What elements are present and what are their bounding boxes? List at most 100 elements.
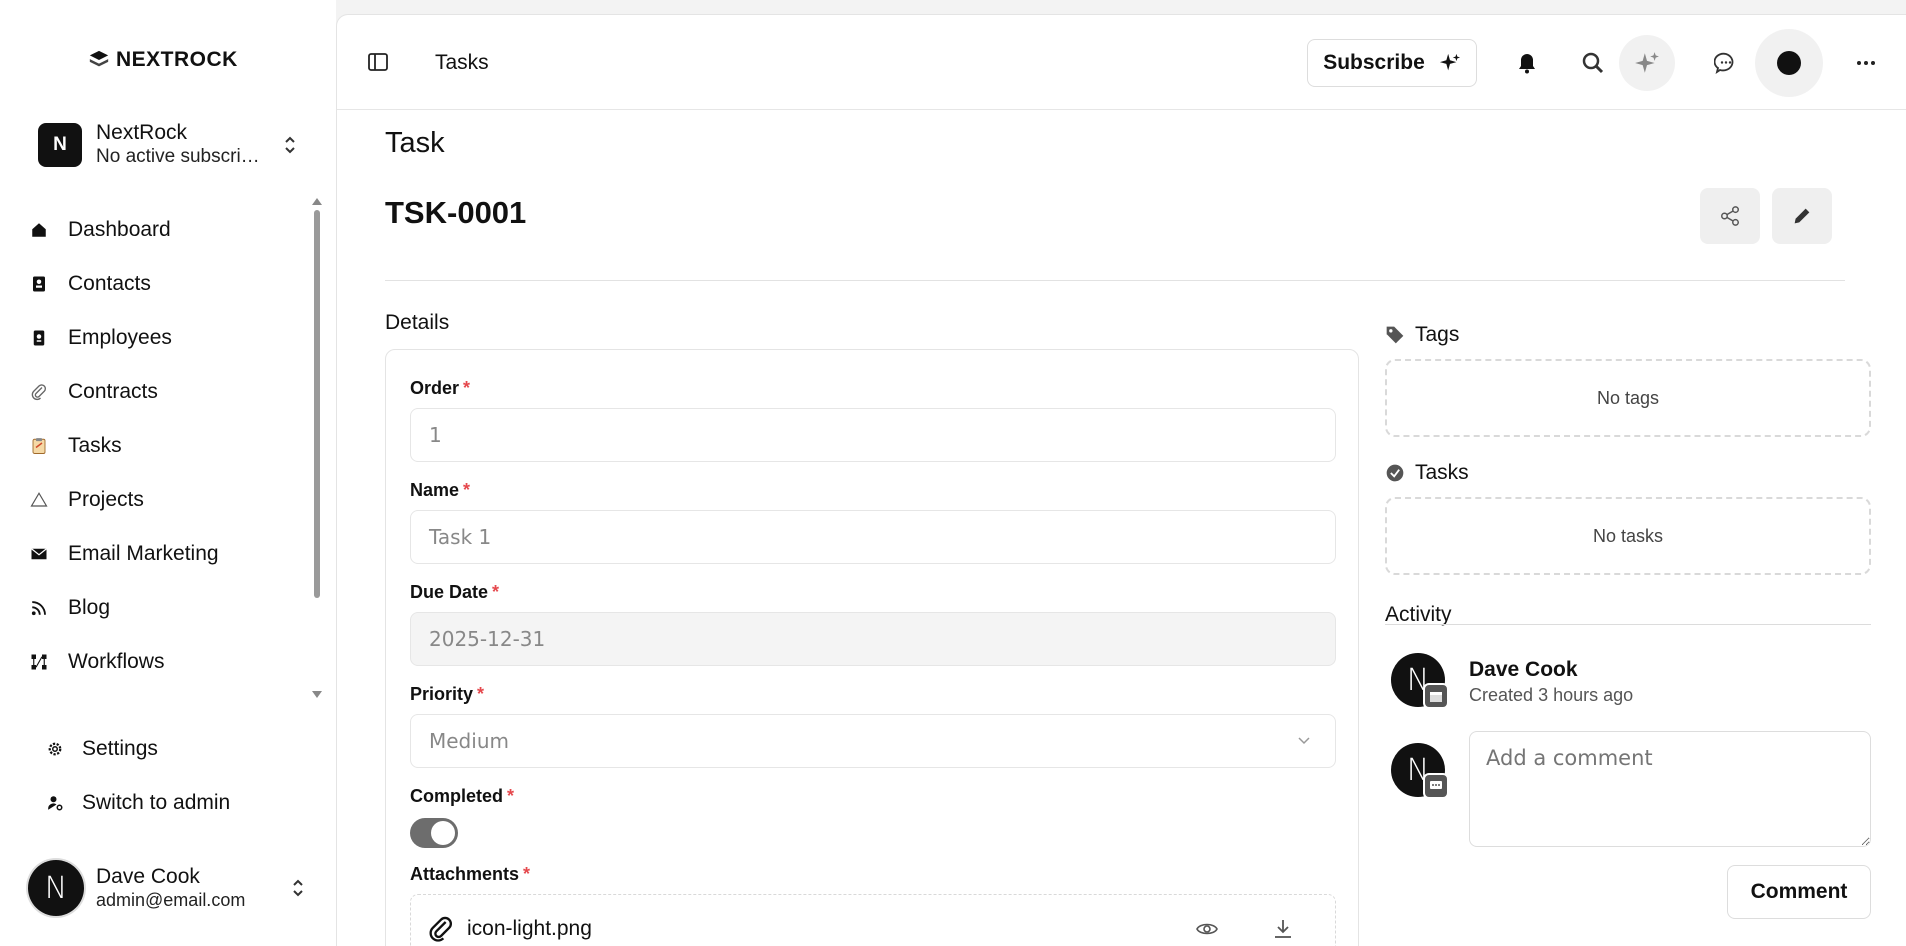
clipboard-icon [30, 437, 58, 455]
share-icon [1721, 206, 1739, 226]
divider [1385, 624, 1871, 625]
user-email: admin@email.com [96, 890, 246, 910]
eye-icon[interactable] [1195, 917, 1219, 941]
more-icon[interactable] [1846, 43, 1886, 83]
sidebar-item-label: Dashboard [68, 218, 171, 241]
activity-action: Created [1469, 685, 1534, 705]
order-label: Order * [410, 378, 470, 399]
sidebar: NEXTROCK N NextRock No active subscripti… [0, 0, 336, 946]
tags-heading: Tags [1385, 323, 1459, 347]
org-avatar: N [38, 123, 82, 167]
priority-value: Medium [429, 729, 509, 753]
order-input[interactable]: 1 [410, 408, 1336, 462]
sidebar-item-dashboard[interactable]: Dashboard [30, 203, 310, 257]
sidebar-item-settings[interactable]: Settings [46, 722, 306, 776]
sparkle-icon [1439, 53, 1460, 71]
required-marker: * [523, 864, 531, 884]
name-input[interactable]: Task 1 [410, 510, 1336, 564]
contacts-icon [30, 275, 58, 293]
share-button[interactable] [1700, 188, 1760, 244]
chevron-up-down-icon [288, 875, 308, 901]
sidebar-item-label: Contracts [68, 380, 158, 403]
sidebar-toggle-icon[interactable] [367, 51, 389, 73]
scroll-up-arrow-icon[interactable] [312, 198, 322, 205]
topbar: Tasks Subscribe [337, 15, 1906, 110]
due-date-label: Due Date * [410, 582, 499, 603]
sidebar-item-label: Switch to admin [82, 791, 231, 814]
badge-icon [30, 329, 58, 347]
scroll-down-arrow-icon[interactable] [312, 691, 322, 698]
chevron-up-down-icon [280, 132, 300, 158]
breadcrumb[interactable]: Tasks [435, 51, 489, 75]
ai-sparkle-button[interactable] [1619, 35, 1675, 91]
scrollbar-thumb[interactable] [314, 210, 320, 598]
divider [385, 280, 1845, 281]
rss-icon [30, 599, 58, 617]
sidebar-item-blog[interactable]: Blog [30, 581, 310, 635]
user-switch-icon [46, 794, 70, 812]
download-icon[interactable] [1271, 917, 1295, 941]
sidebar-item-contracts[interactable]: Contracts [30, 365, 310, 419]
details-heading: Details [385, 311, 450, 334]
activity-meta: Created 3 hours ago [1469, 685, 1633, 706]
page-title: TSK-0001 [385, 195, 527, 230]
required-marker: * [507, 786, 515, 806]
sidebar-item-email-marketing[interactable]: Email Marketing [30, 527, 310, 581]
org-switcher[interactable]: N NextRock No active subscription [38, 120, 300, 170]
profile-button[interactable] [1755, 29, 1823, 97]
bell-icon[interactable] [1507, 43, 1547, 83]
activity-time: 3 hours ago [1538, 685, 1634, 705]
subscribe-button[interactable]: Subscribe [1307, 39, 1477, 87]
chat-icon[interactable] [1706, 43, 1746, 83]
brand-name: NEXTROCK [116, 48, 238, 71]
subscribe-label: Subscribe [1323, 51, 1425, 74]
triangle-icon [30, 491, 58, 509]
avatar [1777, 51, 1801, 75]
attachment-filename[interactable]: icon-light.png [467, 917, 592, 941]
sidebar-item-label: Contacts [68, 272, 151, 295]
gear-icon [46, 740, 70, 758]
home-icon [30, 221, 58, 239]
field-label-text: Due Date [410, 582, 489, 602]
priority-select[interactable]: Medium [410, 714, 1336, 768]
completed-label: Completed * [410, 786, 514, 807]
details-card: Order * 1 Name * Task 1 Due Date * 2025-12-… [385, 349, 1359, 946]
sidebar-nav: Dashboard Contacts Employees Contracts T… [30, 203, 310, 693]
tags-title: Tags [1415, 323, 1460, 346]
sparkle-icon [1635, 52, 1659, 73]
comment-input[interactable] [1469, 731, 1871, 847]
mail-icon [30, 545, 58, 563]
brand-logo[interactable]: NEXTROCK [88, 48, 238, 72]
sidebar-item-workflows[interactable]: Workflows [30, 635, 310, 689]
edit-button[interactable] [1772, 188, 1832, 244]
tasks-title: Tasks [1415, 461, 1469, 484]
sidebar-bottom-nav: Settings Switch to admin [46, 722, 306, 830]
completed-toggle[interactable] [410, 818, 458, 848]
paperclip-icon [30, 383, 58, 401]
sidebar-item-switch-to-admin[interactable]: Switch to admin [46, 776, 306, 830]
field-label-text: Completed [410, 786, 504, 806]
comment-button[interactable]: Comment [1727, 865, 1871, 919]
field-label-text: Name [410, 480, 460, 500]
comment-icon [1423, 773, 1449, 799]
search-icon[interactable] [1573, 43, 1613, 83]
sidebar-item-label: Email Marketing [68, 542, 219, 565]
sidebar-scrollbar[interactable] [310, 196, 322, 698]
sidebar-item-label: Settings [82, 737, 158, 760]
attachments-label: Attachments * [410, 864, 530, 885]
user-name: Dave Cook [96, 865, 200, 888]
sidebar-item-employees[interactable]: Employees [30, 311, 310, 365]
pencil-icon [1794, 208, 1810, 224]
sidebar-item-tasks[interactable]: Tasks [30, 419, 310, 473]
avatar: N [28, 860, 84, 916]
logo-icon [89, 50, 109, 67]
due-date-input[interactable]: 2025-12-31 [410, 612, 1336, 666]
priority-label: Priority * [410, 684, 484, 705]
attachment-item: icon-light.png [410, 894, 1336, 946]
sidebar-item-contacts[interactable]: Contacts [30, 257, 310, 311]
sidebar-item-projects[interactable]: Projects [30, 473, 310, 527]
required-marker: * [463, 480, 471, 500]
sidebar-item-label: Employees [68, 326, 172, 349]
check-circle-icon [1386, 464, 1404, 482]
user-menu[interactable]: N Dave Cook admin@email.com [28, 860, 308, 916]
